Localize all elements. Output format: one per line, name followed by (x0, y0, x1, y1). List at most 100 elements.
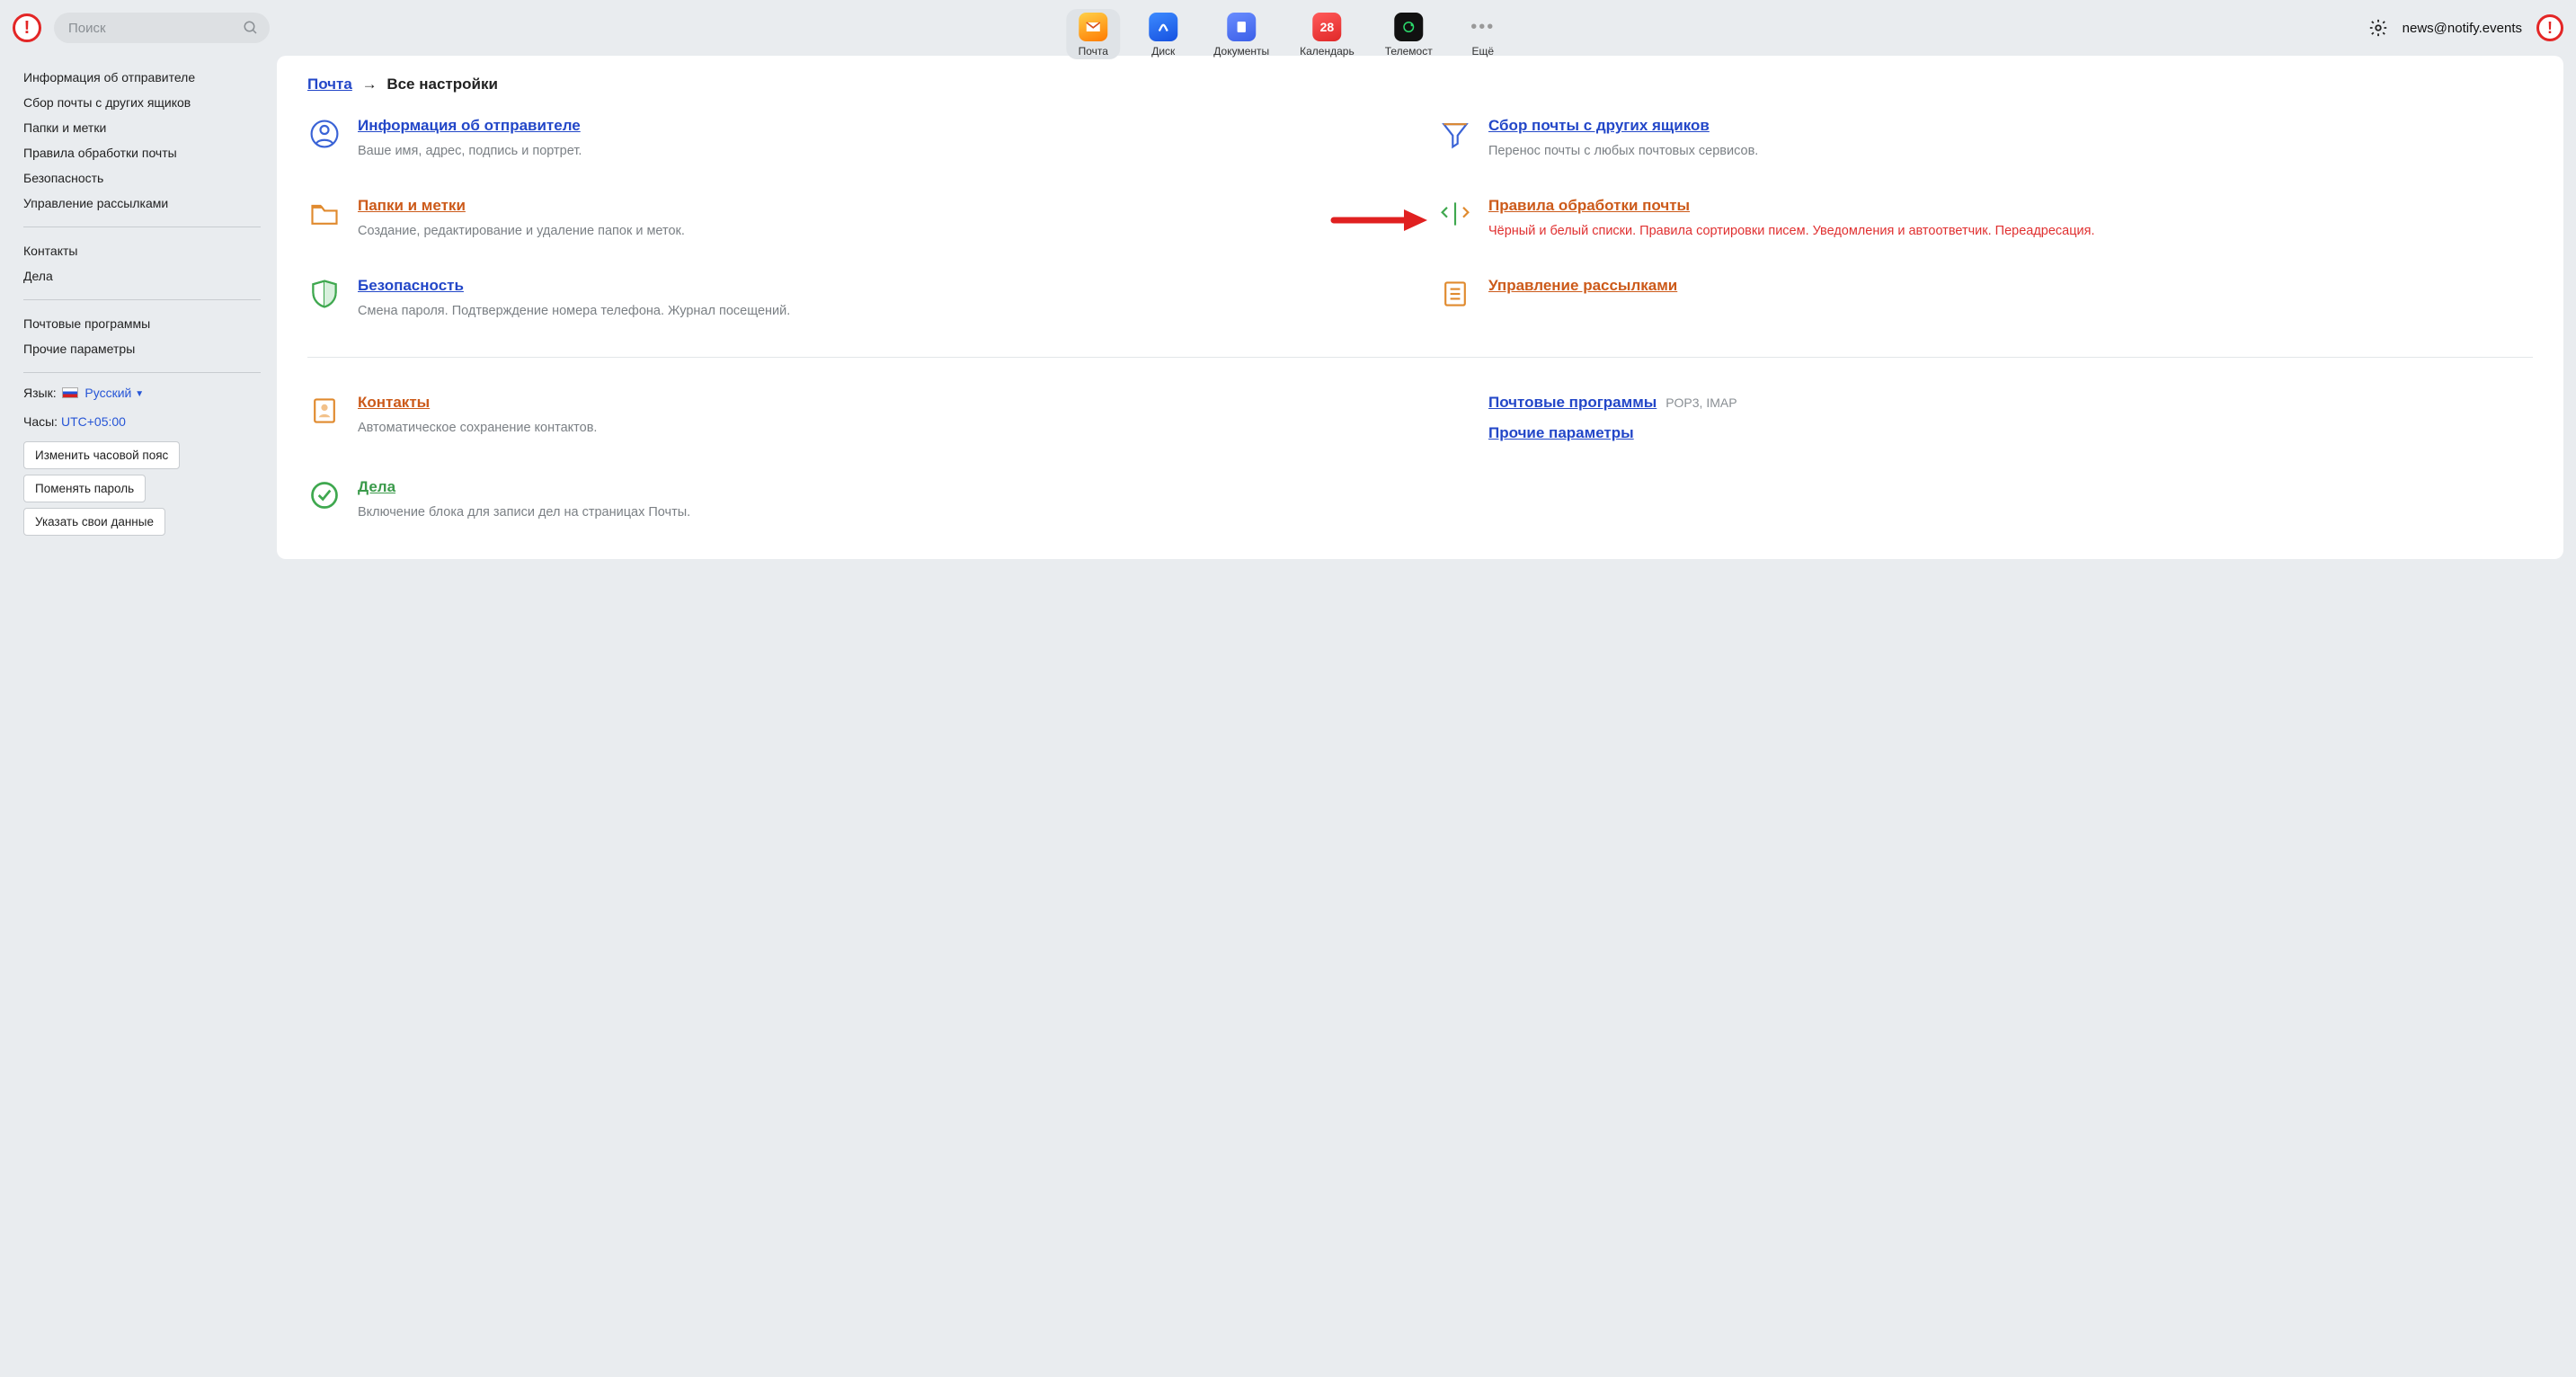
check-circle-icon (307, 478, 342, 512)
app-label: Ещё (1471, 45, 1494, 58)
change-password-button[interactable]: Поменять пароль (23, 475, 146, 502)
setting-title[interactable]: Безопасность (358, 277, 464, 294)
logo-icon[interactable]: ! (13, 13, 41, 42)
change-timezone-button[interactable]: Изменить часовой пояс (23, 441, 180, 469)
main-card: Почта → Все настройки Информация об отпр… (277, 56, 2563, 559)
divider (23, 299, 261, 300)
sidebar-item-security[interactable]: Безопасность (23, 165, 261, 191)
sidebar-group-1: Информация об отправителе Сбор почты с д… (23, 59, 261, 221)
timezone-label: Часы: (23, 414, 58, 429)
setting-collect: Сбор почты с других ящиков Перенос почты… (1438, 117, 2533, 161)
search-icon (243, 20, 259, 36)
setting-folders: Папки и метки Создание, редактирование и… (307, 197, 1402, 241)
disk-icon (1149, 13, 1177, 41)
placeholder-icon (1438, 394, 1472, 428)
calendar-icon: 28 (1312, 13, 1341, 41)
language-label: Язык: (23, 386, 57, 400)
calendar-badge: 28 (1320, 20, 1335, 34)
other-params-link[interactable]: Прочие параметры (1488, 424, 2533, 442)
newspaper-icon (1438, 277, 1472, 311)
breadcrumb-root[interactable]: Почта (307, 76, 352, 93)
setting-desc: Чёрный и белый списки. Правила сортировк… (1488, 222, 2533, 241)
avatar[interactable]: ! (2536, 14, 2563, 41)
folder-icon (307, 197, 342, 231)
setting-contacts: Контакты Автоматическое сохранение конта… (307, 394, 1402, 442)
setting-title[interactable]: Правила обработки почты (1488, 197, 1690, 214)
header: ! Почта Диск Документы (0, 0, 2576, 52)
app-switcher: Почта Диск Документы 28 Календарь (1066, 7, 1509, 59)
header-left: ! (13, 7, 270, 43)
setting-title[interactable]: Контакты (358, 394, 430, 411)
search-wrap (54, 13, 270, 43)
flag-ru-icon (62, 387, 78, 398)
language-value-text: Русский (84, 386, 131, 400)
breadcrumb-current: Все настройки (386, 76, 498, 93)
setting-title[interactable]: Сбор почты с других ящиков (1488, 117, 1710, 134)
setting-desc: Ваше имя, адрес, подпись и портрет. (358, 142, 1402, 161)
more-icon: ••• (1470, 13, 1495, 41)
divider (23, 372, 261, 373)
setting-title[interactable]: Дела (358, 478, 395, 495)
user-email[interactable]: news@notify.events (2403, 21, 2522, 36)
sidebar: Информация об отправителе Сбор почты с д… (13, 56, 264, 559)
setting-sender: Информация об отправителе Ваше имя, адре… (307, 117, 1402, 161)
breadcrumb: Почта → Все настройки (307, 76, 2533, 93)
mail-icon (1079, 13, 1107, 41)
app-disk[interactable]: Диск (1136, 9, 1190, 59)
shield-icon (307, 277, 342, 311)
language-value[interactable]: Русский ▼ (84, 386, 144, 400)
app-label: Календарь (1300, 45, 1355, 58)
app-more[interactable]: ••• Ещё (1456, 9, 1510, 59)
header-right: news@notify.events ! (2368, 7, 2563, 41)
app-telemost[interactable]: Телемост (1378, 9, 1440, 59)
setting-desc: Автоматическое сохранение контактов. (358, 419, 1402, 438)
telemost-icon (1394, 13, 1423, 41)
setting-security: Безопасность Смена пароля. Подтверждение… (307, 277, 1402, 321)
setting-title[interactable]: Управление рассылками (1488, 277, 1677, 294)
docs-icon (1227, 13, 1256, 41)
arrow-right-icon: → (362, 76, 378, 93)
rules-icon (1438, 197, 1472, 231)
empty-cell (1438, 478, 2533, 522)
setting-desc: Смена пароля. Подтверждение номера телеф… (358, 302, 1402, 321)
gear-icon[interactable] (2368, 18, 2388, 38)
app-label: Почта (1079, 45, 1108, 58)
sidebar-item-other[interactable]: Прочие параметры (23, 336, 261, 361)
setting-note: POP3, IMAP (1666, 395, 1737, 410)
setting-desc: Включение блока для записи дел на страни… (358, 503, 1402, 522)
setting-title[interactable]: Почтовые программы (1488, 394, 1657, 411)
person-icon (307, 117, 342, 151)
contacts-icon (307, 394, 342, 428)
setting-rules: Правила обработки почты Чёрный и белый с… (1438, 197, 2533, 241)
sidebar-item-collect[interactable]: Сбор почты с других ящиков (23, 90, 261, 115)
setting-todo: Дела Включение блока для записи дел на с… (307, 478, 1402, 522)
language-row: Язык: Русский ▼ (23, 378, 261, 407)
edit-profile-button[interactable]: Указать свои данные (23, 508, 165, 536)
app-mail[interactable]: Почта (1066, 9, 1120, 59)
app-calendar[interactable]: 28 Календарь (1292, 9, 1362, 59)
sidebar-item-subs[interactable]: Управление рассылками (23, 191, 261, 216)
app-label: Телемост (1385, 45, 1433, 58)
layout: Информация об отправителе Сбор почты с д… (0, 52, 2576, 572)
setting-desc: Перенос почты с любых почтовых сервисов. (1488, 142, 2533, 161)
setting-desc: Создание, редактирование и удаление папо… (358, 222, 1402, 241)
sidebar-item-rules[interactable]: Правила обработки почты (23, 140, 261, 165)
app-docs[interactable]: Документы (1206, 9, 1276, 59)
sidebar-item-clients[interactable]: Почтовые программы (23, 311, 261, 336)
app-label: Документы (1213, 45, 1269, 58)
settings-grid: Информация об отправителе Ваше имя, адре… (307, 117, 2533, 522)
chevron-down-icon: ▼ (135, 389, 144, 399)
setting-title[interactable]: Папки и метки (358, 197, 466, 214)
sidebar-group-3: Почтовые программы Прочие параметры (23, 306, 261, 367)
sidebar-item-sender[interactable]: Информация об отправителе (23, 65, 261, 90)
sidebar-item-folders[interactable]: Папки и метки (23, 115, 261, 140)
app-label: Диск (1151, 45, 1175, 58)
sidebar-item-contacts[interactable]: Контакты (23, 238, 261, 263)
setting-subs: Управление рассылками (1438, 277, 2533, 321)
timezone-value[interactable]: UTC+05:00 (61, 414, 126, 429)
sidebar-item-todo[interactable]: Дела (23, 263, 261, 289)
setting-clients: Почтовые программы POP3, IMAP Прочие пар… (1438, 394, 2533, 442)
search-input[interactable] (54, 13, 270, 43)
setting-title[interactable]: Информация об отправителе (358, 117, 581, 134)
sidebar-group-2: Контакты Дела (23, 233, 261, 294)
